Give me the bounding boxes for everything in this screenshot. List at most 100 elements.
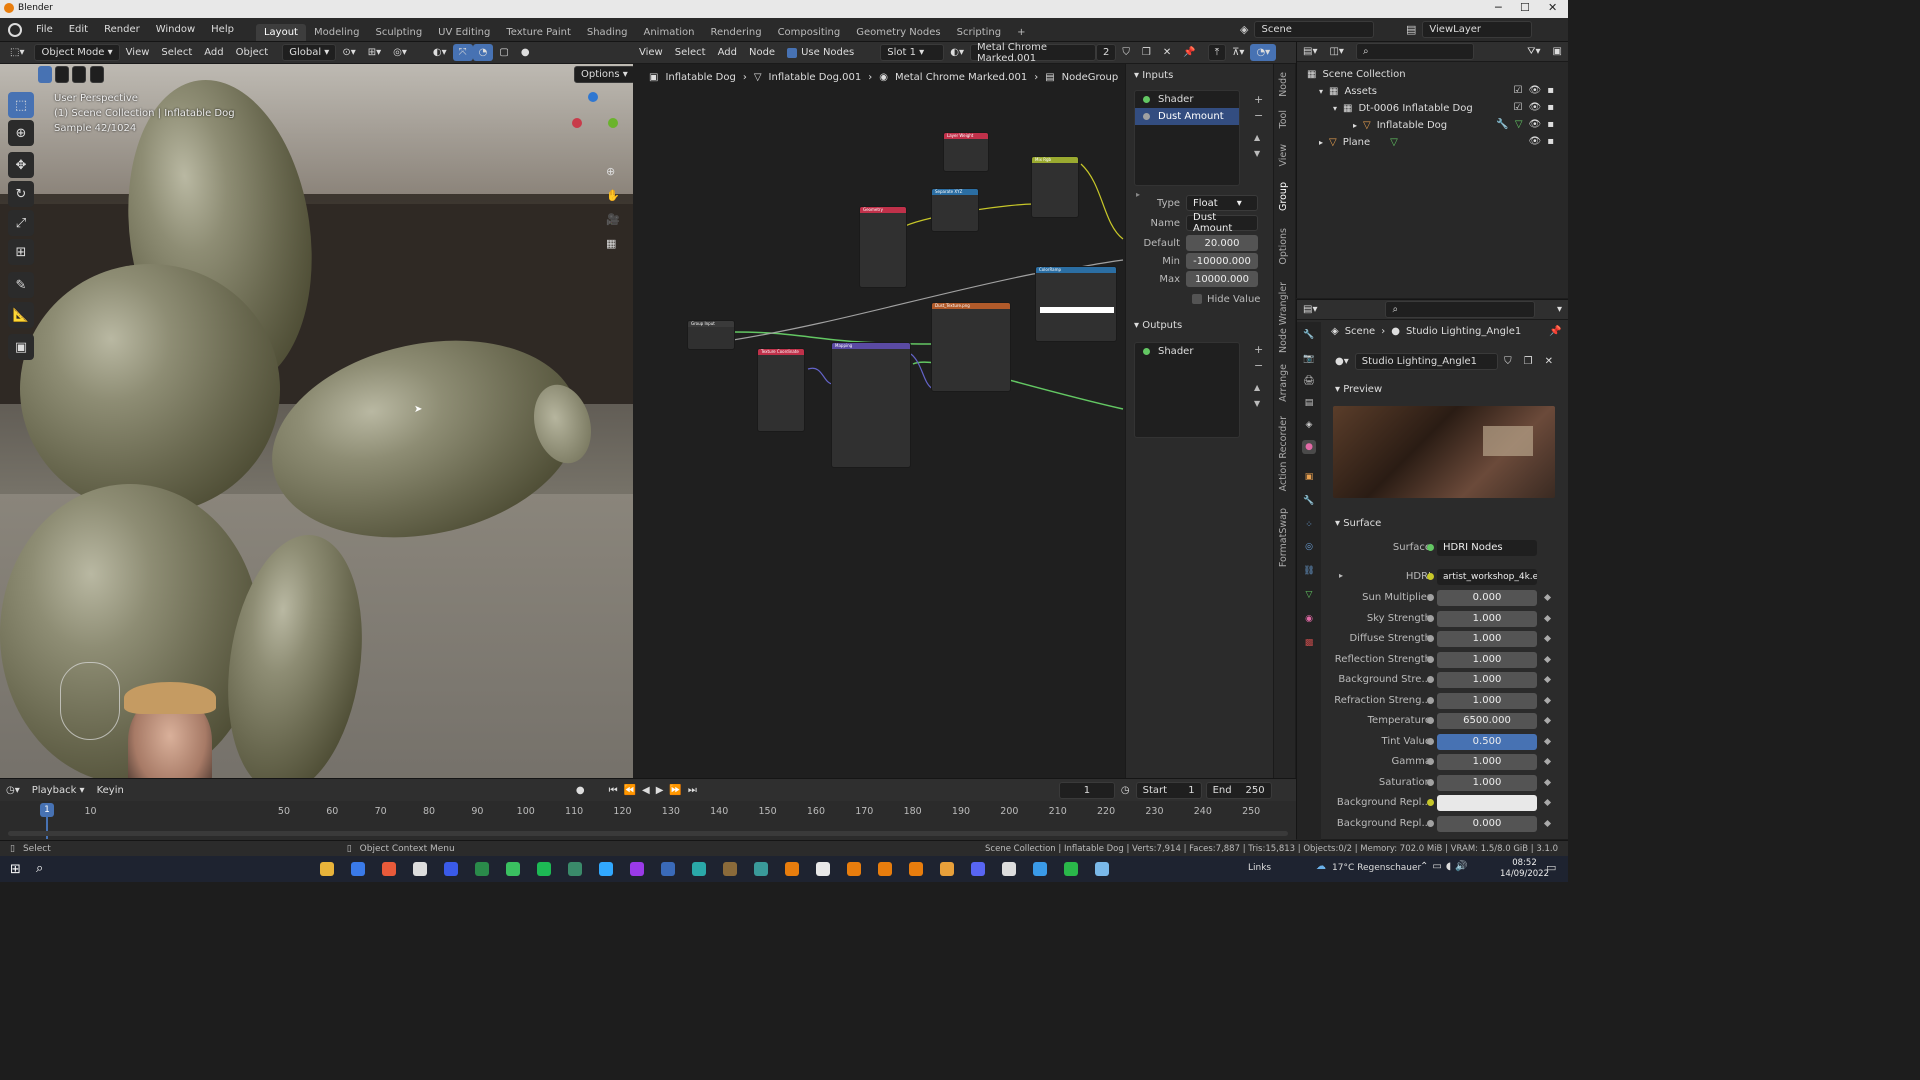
parent-nodetree-icon[interactable]: ⤒ [1207, 44, 1227, 61]
material-field[interactable]: Metal Chrome Marked.001 [970, 42, 1096, 64]
viewport-menu-object[interactable]: Object [230, 44, 275, 61]
weather-text[interactable]: 17°C Regenschauer [1332, 863, 1421, 873]
cursor-tool-icon[interactable]: ⊕ [8, 120, 34, 146]
viewlayer-field[interactable]: ViewLayer [1422, 21, 1533, 38]
viewport-menu-view[interactable]: View [120, 44, 156, 61]
move-down-icon[interactable]: ▼ [1254, 396, 1263, 412]
tab-node-wrangler[interactable]: Node Wrangler [1278, 282, 1289, 353]
tab-layout[interactable]: Layout [255, 24, 306, 41]
setting-value-field[interactable]: 1.000 [1437, 692, 1537, 709]
data-tab-icon[interactable]: ▽ [1302, 588, 1316, 602]
camera-icon[interactable]: ▪ [1547, 136, 1560, 147]
add-output-icon[interactable]: + [1254, 342, 1263, 358]
taskbar-app-icon[interactable] [847, 862, 861, 876]
taskbar-app-icon[interactable] [506, 862, 520, 876]
timeline-ruler[interactable]: 1105060708090100110120130140150160170180… [0, 803, 1296, 825]
tab-sculpting[interactable]: Sculpting [367, 24, 430, 41]
node-layer-weight[interactable]: Layer Weight [943, 132, 989, 172]
timeline-editor-type-icon[interactable]: ◷▾ [0, 782, 26, 799]
tab-arrange[interactable]: Arrange [1278, 364, 1289, 402]
keyframe-icon[interactable] [1543, 716, 1552, 725]
setting-value-field[interactable] [1437, 795, 1537, 811]
mesh-data-icon[interactable]: ▽ [1515, 119, 1529, 130]
name-input[interactable]: Dust Amount [1186, 212, 1258, 234]
camera-icon[interactable]: ▪ [1547, 119, 1560, 130]
scene-selector[interactable]: ◈ Scene [1240, 21, 1375, 38]
filter-icon[interactable]: ⛛▾ [1521, 43, 1546, 60]
mesh-data-icon[interactable]: ▽ [1390, 137, 1398, 148]
properties-options-icon[interactable]: ▾ [1551, 301, 1568, 318]
outliner-search-input[interactable]: ⌕ [1355, 43, 1474, 60]
properties-editor-type-icon[interactable]: ▤▾ [1297, 301, 1323, 318]
node-menu-view[interactable]: View [633, 44, 669, 61]
surface-shader-field[interactable]: HDRI Nodes [1437, 540, 1537, 556]
taskbar-app-icon[interactable] [1095, 862, 1109, 876]
setting-value-field[interactable]: 6500.000 [1437, 713, 1537, 729]
taskbar-app-icon[interactable] [909, 862, 923, 876]
use-nodes-checkbox[interactable] [787, 47, 798, 58]
keyframe-icon[interactable] [1543, 655, 1552, 663]
tab-node[interactable]: Node [1278, 72, 1289, 97]
tab-tool[interactable]: Tool [1278, 110, 1289, 128]
keyframe-icon[interactable] [1543, 696, 1552, 704]
taskbar-app-icon[interactable] [630, 862, 644, 876]
gizmo-x-axis-icon[interactable] [572, 118, 582, 128]
material-type-icon[interactable]: ◐▾ [944, 44, 970, 61]
input-item-dust-amount[interactable]: Dust Amount [1135, 108, 1239, 125]
select-box-tool-icon[interactable]: ⬚ [8, 92, 34, 118]
node-overlay-icon[interactable]: ◔▾ [1250, 44, 1277, 61]
taskbar-app-icon[interactable] [351, 862, 365, 876]
tab-group[interactable]: Group [1278, 182, 1289, 211]
setting-value-field[interactable]: 1.000 [1437, 610, 1537, 627]
blender-menu-icon[interactable] [8, 22, 22, 37]
proportional-icon[interactable]: ◎▾ [387, 44, 413, 61]
prev-keyframe-icon[interactable]: ⏪ [624, 785, 642, 796]
menu-window[interactable]: Window [148, 24, 203, 35]
taskbar-app-icon[interactable] [475, 862, 489, 876]
move-up-icon[interactable]: ▲ [1254, 130, 1263, 146]
tab-animation[interactable]: Animation [636, 24, 703, 41]
close-button[interactable]: ✕ [1548, 1, 1557, 14]
scene-field[interactable]: Scene [1254, 21, 1375, 38]
keyframe-icon[interactable] [1543, 593, 1552, 602]
duplicate-material-icon[interactable]: ❐ [1136, 44, 1157, 61]
node-menu-add[interactable]: Add [712, 44, 743, 61]
eye-icon[interactable]: 👁 [1529, 102, 1548, 113]
camera-icon[interactable]: ▪ [1547, 85, 1560, 96]
exclude-checkbox[interactable]: ☑ [1514, 102, 1529, 113]
setting-value-field[interactable]: 1.000 [1437, 754, 1537, 770]
taskbar-app-icon[interactable] [599, 862, 613, 876]
expand-arrow-icon[interactable]: ▸ [1353, 121, 1357, 130]
current-frame-field[interactable]: 1 [1058, 781, 1115, 799]
expand-arrow-icon[interactable]: ▸ [1339, 571, 1343, 580]
camera-icon[interactable]: ▪ [1547, 102, 1560, 113]
modifier-tab-icon[interactable]: 🔧 [1302, 494, 1316, 508]
playback-menu[interactable]: Playback ▾ [26, 782, 91, 799]
inputs-section-header[interactable]: ▾ Inputs [1126, 66, 1273, 84]
navigation-gizmo[interactable] [566, 88, 626, 158]
output-tab-icon[interactable]: 🖨 [1302, 374, 1316, 388]
select-subtract-icon[interactable] [72, 66, 87, 83]
select-intersect-icon[interactable] [89, 66, 104, 83]
expand-arrow-icon[interactable]: ▾ [1319, 87, 1323, 96]
ramp-gradient[interactable] [1040, 307, 1114, 313]
pin-icon[interactable]: 📌 [1549, 326, 1561, 337]
node-texture-coordinate[interactable]: Texture Coordinate [757, 348, 805, 432]
slot-dropdown[interactable]: Slot 1 ▾ [880, 44, 945, 61]
end-frame-field[interactable]: End 250 [1205, 781, 1272, 799]
preview-range-icon[interactable]: ◷ [1115, 782, 1136, 799]
camera-view-icon[interactable]: 🎥 [606, 208, 620, 232]
annotate-tool-icon[interactable]: ✎ [8, 272, 34, 298]
editor-type-icon[interactable]: ⬚▾ [4, 44, 30, 61]
setting-value-field[interactable]: 0.000 [1437, 815, 1537, 832]
taskbar-app-icon[interactable] [568, 862, 582, 876]
tray-icons[interactable]: ⌃▭◖🔊 [1420, 861, 1472, 872]
world-type-icon[interactable]: ●▾ [1329, 353, 1355, 370]
tab-view[interactable]: View [1278, 144, 1289, 167]
add-input-icon[interactable]: + [1254, 92, 1263, 108]
hdri-field[interactable]: artist_workshop_4k.exr... [1437, 569, 1537, 585]
constraints-tab-icon[interactable]: ⛓ [1302, 564, 1316, 578]
taskbar-app-icon[interactable] [1002, 862, 1016, 876]
next-keyframe-icon[interactable]: ⏩ [669, 785, 687, 796]
viewport-menu-select[interactable]: Select [155, 44, 198, 61]
